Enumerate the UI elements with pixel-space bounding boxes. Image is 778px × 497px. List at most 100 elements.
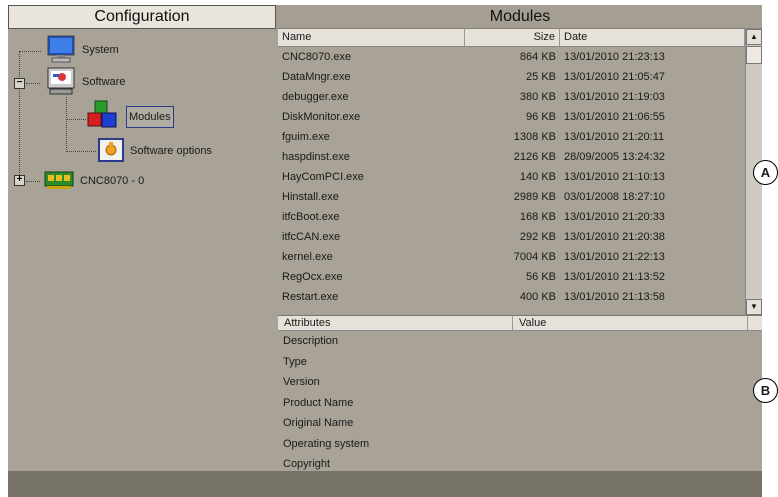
table-row[interactable]: DiskMonitor.exe 96 KB 13/01/2010 21:06:55 xyxy=(278,107,745,127)
tree-connector xyxy=(19,51,20,181)
cell-size: 1308 KB xyxy=(513,131,556,143)
tree-connector xyxy=(26,83,40,84)
modules-header: Modules xyxy=(278,5,762,29)
cell-size: 864 KB xyxy=(519,51,556,63)
tree-item-cnc8070[interactable]: CNC8070 - 0 xyxy=(44,169,144,193)
cell-size: 56 KB xyxy=(526,271,556,283)
tree-item-label: CNC8070 - 0 xyxy=(80,175,145,187)
cell-size: 2989 KB xyxy=(513,191,556,203)
attribute-row[interactable]: Type xyxy=(278,352,762,373)
modules-cubes-icon xyxy=(86,99,120,136)
cell-name: debugger.exe xyxy=(282,91,349,103)
modules-table: Name Size Date CNC8070.exe 864 KB 13/01/20… xyxy=(278,29,745,315)
cell-date: 13/01/2010 21:20:38 xyxy=(564,231,665,243)
cell-size: 292 KB xyxy=(519,231,556,243)
column-header-attributes[interactable]: Attributes xyxy=(278,316,513,330)
scroll-up-arrow-icon[interactable]: ▲ xyxy=(746,29,762,45)
cell-size: 7004 KB xyxy=(513,251,556,263)
tree-connector xyxy=(26,181,40,182)
cell-date: 13/01/2010 21:20:11 xyxy=(564,131,665,143)
tree-item-system[interactable]: System xyxy=(46,35,119,65)
cell-size: 25 KB xyxy=(526,71,556,83)
scroll-down-arrow-icon[interactable]: ▼ xyxy=(746,299,762,315)
cell-name: HayComPCI.exe xyxy=(282,171,364,183)
table-row[interactable]: HayComPCI.exe 140 KB 13/01/2010 21:10:13 xyxy=(278,167,745,187)
tree-item-label: Modules xyxy=(126,106,174,128)
tree-item-modules[interactable]: Modules xyxy=(86,99,174,135)
attribute-row[interactable]: Operating system xyxy=(278,434,762,455)
attributes-list: Description Type Version Product Name Origin… xyxy=(278,331,762,471)
column-header-date[interactable]: Date xyxy=(560,29,745,46)
table-row[interactable]: Restart.exe 400 KB 13/01/2010 21:13:58 xyxy=(278,287,745,307)
attribute-row[interactable]: Description xyxy=(278,331,762,352)
table-row[interactable]: RegOcx.exe 56 KB 13/01/2010 21:13:52 xyxy=(278,267,745,287)
cell-date: 13/01/2010 21:05:47 xyxy=(564,71,665,83)
table-row[interactable]: itfcBoot.exe 168 KB 13/01/2010 21:20:33 xyxy=(278,207,745,227)
cell-name: fguim.exe xyxy=(282,131,330,143)
cell-date: 13/01/2010 21:13:58 xyxy=(564,291,665,303)
cell-size: 140 KB xyxy=(519,171,556,183)
configuration-tree: System − Software Modules Software optio… xyxy=(8,29,279,471)
tree-connector xyxy=(19,51,41,52)
configuration-header: Configuration xyxy=(8,5,276,29)
attribute-row[interactable]: Original Name xyxy=(278,413,762,434)
cell-date: 13/01/2010 21:23:13 xyxy=(564,51,665,63)
table-header: Name Size Date xyxy=(278,29,745,47)
cell-name: kernel.exe xyxy=(282,251,333,263)
tree-item-label: Software options xyxy=(130,145,212,157)
cell-date: 13/01/2010 21:19:03 xyxy=(564,91,665,103)
cnc-board-icon xyxy=(44,169,74,194)
cell-name: itfcCAN.exe xyxy=(282,231,341,243)
tree-item-label: System xyxy=(82,44,119,56)
table-row[interactable]: debugger.exe 380 KB 13/01/2010 21:19:03 xyxy=(278,87,745,107)
cell-name: Hinstall.exe xyxy=(282,191,339,203)
cell-size: 2126 KB xyxy=(513,151,556,163)
tree-item-software[interactable]: Software xyxy=(46,67,125,97)
tree-connector xyxy=(66,151,96,152)
cell-date: 13/01/2010 21:13:52 xyxy=(564,271,665,283)
table-row[interactable]: CNC8070.exe 864 KB 13/01/2010 21:23:13 xyxy=(278,47,745,67)
table-row[interactable]: haspdinst.exe 2126 KB 28/09/2005 13:24:32 xyxy=(278,147,745,167)
cell-name: RegOcx.exe xyxy=(282,271,343,283)
attribute-row[interactable]: Product Name xyxy=(278,393,762,414)
cell-name: CNC8070.exe xyxy=(282,51,352,63)
cell-date: 28/09/2005 13:24:32 xyxy=(564,151,665,163)
cell-date: 13/01/2010 21:20:33 xyxy=(564,211,665,223)
cell-name: DiskMonitor.exe xyxy=(282,111,361,123)
attributes-header: Attributes Value xyxy=(278,315,762,331)
column-header-name[interactable]: Name xyxy=(278,29,465,46)
table-row[interactable]: DataMngr.exe 25 KB 13/01/2010 21:05:47 xyxy=(278,67,745,87)
attribute-row[interactable]: Version xyxy=(278,372,762,393)
table-row[interactable]: fguim.exe 1308 KB 13/01/2010 21:20:11 xyxy=(278,127,745,147)
cell-date: 13/01/2010 21:10:13 xyxy=(564,171,665,183)
tree-item-label: Software xyxy=(82,76,126,88)
table-row[interactable]: kernel.exe 7004 KB 13/01/2010 21:22:13 xyxy=(278,247,745,267)
cell-date: 13/01/2010 21:22:13 xyxy=(564,251,665,263)
cell-size: 380 KB xyxy=(519,91,556,103)
table-row[interactable]: itfcCAN.exe 292 KB 13/01/2010 21:20:38 xyxy=(278,227,745,247)
collapse-toggle[interactable]: − xyxy=(14,78,25,89)
tree-connector xyxy=(66,97,67,152)
configuration-window: Configuration System − Software Modules … xyxy=(8,5,762,497)
tree-item-software-options[interactable]: Software options xyxy=(98,137,212,165)
cell-date: 03/01/2008 18:27:10 xyxy=(564,191,665,203)
cell-name: Restart.exe xyxy=(282,291,339,303)
software-computer-icon xyxy=(46,66,76,99)
cell-size: 96 KB xyxy=(526,111,556,123)
table-row[interactable]: Hinstall.exe 2989 KB 03/01/2008 18:27:10 xyxy=(278,187,745,207)
cell-name: haspdinst.exe xyxy=(282,151,350,163)
cell-date: 13/01/2010 21:06:55 xyxy=(564,111,665,123)
software-options-icon xyxy=(98,137,124,165)
table-body: CNC8070.exe 864 KB 13/01/2010 21:23:13 Data… xyxy=(278,47,745,307)
cell-size: 400 KB xyxy=(519,291,556,303)
cell-size: 168 KB xyxy=(519,211,556,223)
tree-connector xyxy=(66,119,86,120)
column-header-value[interactable]: Value xyxy=(513,316,748,330)
expand-toggle[interactable]: + xyxy=(14,175,25,186)
callout-a: A xyxy=(753,160,778,185)
scroll-thumb[interactable] xyxy=(746,46,762,64)
monitor-icon xyxy=(46,34,76,67)
column-header-size[interactable]: Size xyxy=(465,29,560,46)
status-bar xyxy=(8,471,762,497)
cell-name: DataMngr.exe xyxy=(282,71,351,83)
